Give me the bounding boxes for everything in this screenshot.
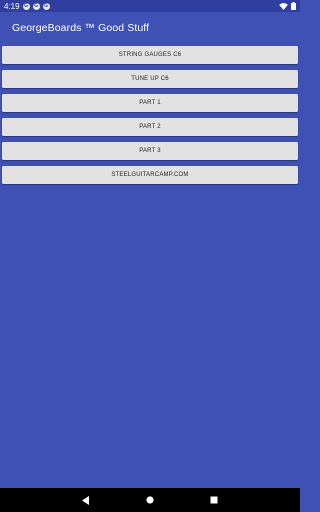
part-2-button[interactable]: PART 2 — [2, 118, 298, 136]
button-list: STRING GAUGES C6 TUNE UP C6 PART 1 PART … — [2, 46, 298, 190]
back-icon — [82, 495, 89, 505]
notification-app-icon: G — [22, 2, 30, 10]
tune-up-button[interactable]: TUNE UP C6 — [2, 70, 298, 88]
recents-icon — [210, 496, 218, 504]
notification-app-icon: G — [42, 2, 50, 10]
notification-app-icon: G — [32, 2, 40, 10]
status-bar: 4:19 G G G — [0, 0, 300, 12]
string-gauges-button[interactable]: STRING GAUGES C6 — [2, 46, 298, 64]
navigation-bar — [0, 488, 300, 512]
home-button[interactable] — [135, 488, 165, 512]
recents-button[interactable] — [199, 488, 229, 512]
status-time: 4:19 — [4, 1, 20, 11]
part-1-button[interactable]: PART 1 — [2, 94, 298, 112]
steelguitarcamp-button[interactable]: STEELGUITARCAMP.COM — [2, 166, 298, 184]
home-icon — [146, 496, 154, 504]
battery-icon — [291, 2, 296, 10]
app-title: GeorgeBoards ™ Good Stuff — [12, 22, 150, 34]
app-bar: GeorgeBoards ™ Good Stuff — [0, 12, 300, 44]
part-3-button[interactable]: PART 3 — [2, 142, 298, 160]
wifi-icon — [279, 2, 288, 10]
back-button[interactable] — [71, 488, 101, 512]
